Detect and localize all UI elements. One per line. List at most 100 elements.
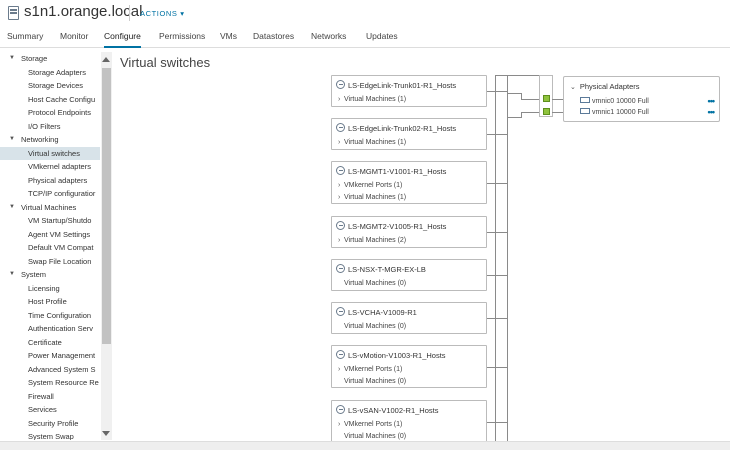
sidebar-item-label: Services <box>28 405 57 414</box>
tab-summary[interactable]: Summary <box>7 31 43 48</box>
virtual-switch-card[interactable]: LS-MGMT1-V1001-R1_Hosts › VMkernel Ports (… <box>331 161 487 204</box>
sidebar-item[interactable]: Certificate <box>0 336 100 349</box>
chevron-right-icon[interactable]: › <box>338 235 340 247</box>
virtual-switch-card[interactable]: LS-VCHA-V1009-R1 Virtual Machines (0) <box>331 302 487 334</box>
port-group-row[interactable]: › VMkernel Ports (1) <box>338 180 402 192</box>
tab-updates[interactable]: Updates <box>366 31 398 48</box>
switch-icon <box>336 123 345 132</box>
port-group-row[interactable]: › Virtual Machines (1) <box>338 94 407 106</box>
switch-name: LS-EdgeLink-Trunk01-R1_Hosts <box>348 81 457 90</box>
sidebar-item-label: Networking <box>21 135 59 144</box>
sidebar-item[interactable]: Authentication Serv <box>0 322 100 335</box>
sidebar-item[interactable]: Firewall <box>0 390 100 403</box>
scroll-up-icon[interactable] <box>102 57 110 62</box>
sidebar-item[interactable]: Storage Adapters <box>0 66 100 79</box>
physical-adapters-title: Physical Adapters <box>579 82 640 91</box>
physical-adapters-header[interactable]: ⌄ Physical Adapters <box>570 81 640 94</box>
uplink-connector <box>508 93 522 94</box>
switch-header[interactable]: LS-EdgeLink-Trunk01-R1_Hosts <box>336 80 456 92</box>
sidebar-scroll-thumb[interactable] <box>102 68 111 344</box>
port-group-row: Virtual Machines (0) <box>344 376 406 388</box>
sidebar-item[interactable]: Security Profile <box>0 417 100 430</box>
sidebar-group[interactable]: ▼ Networking <box>0 133 100 146</box>
tab-networks[interactable]: Networks <box>311 31 346 48</box>
sidebar-item[interactable]: Physical adapters <box>0 174 100 187</box>
sidebar-group[interactable]: ▼ System <box>0 268 100 281</box>
port-group-label: Virtual Machines (0) <box>344 323 407 330</box>
caret-down-icon[interactable]: ▼ <box>9 201 15 214</box>
port-group-label: Virtual Machines (1) <box>344 194 407 201</box>
sidebar-item[interactable]: VMkernel adapters <box>0 160 100 173</box>
port-group-label: Virtual Machines (1) <box>344 96 407 103</box>
chevron-right-icon[interactable]: › <box>338 94 340 106</box>
tab-configure[interactable]: Configure <box>104 31 141 48</box>
page-title: s1n1.orange.local <box>24 3 143 20</box>
physical-adapter-row[interactable]: vmnic0 10000 Full <box>580 96 649 107</box>
sidebar-item[interactable]: Services <box>0 403 100 416</box>
chevron-right-icon[interactable]: › <box>338 137 340 149</box>
sidebar-item[interactable]: I/O Filters <box>0 120 100 133</box>
more-actions-icon[interactable]: ••• <box>708 107 716 118</box>
more-actions-icon[interactable]: ••• <box>708 96 716 107</box>
port-group-label: Virtual Machines (0) <box>344 433 407 440</box>
chevron-right-icon[interactable]: › <box>338 419 340 431</box>
sidebar-item[interactable]: Host Cache Configu <box>0 93 100 106</box>
sidebar-item[interactable]: Advanced System S <box>0 363 100 376</box>
tab-vms[interactable]: VMs <box>220 31 237 48</box>
chevron-right-icon[interactable]: › <box>338 192 340 204</box>
sidebar-item[interactable]: Default VM Compat <box>0 241 100 254</box>
switch-header[interactable]: LS-MGMT1-V1001-R1_Hosts <box>336 166 446 178</box>
switch-header[interactable]: LS-VCHA-V1009-R1 <box>336 307 417 319</box>
sidebar-item[interactable]: Host Profile <box>0 295 100 308</box>
switch-header[interactable]: LS-vSAN-V1002-R1_Hosts <box>336 405 438 417</box>
switch-connector <box>487 275 507 276</box>
virtual-switch-card[interactable]: LS-vSAN-V1002-R1_Hosts › VMkernel Ports (1… <box>331 400 487 443</box>
switch-name: LS-MGMT1-V1001-R1_Hosts <box>348 167 447 176</box>
sidebar-item[interactable]: System Swap <box>0 430 100 440</box>
virtual-switch-card[interactable]: LS-MGMT2-V1005-R1_Hosts › Virtual Machines… <box>331 216 487 248</box>
chevron-down-icon[interactable]: ⌄ <box>570 84 576 91</box>
port-group-row[interactable]: › Virtual Machines (1) <box>338 137 406 149</box>
sidebar-item[interactable]: Power Management <box>0 349 100 362</box>
sidebar-item[interactable]: Time Configuration <box>0 309 100 322</box>
sidebar-item-label: Default VM Compat <box>28 243 94 252</box>
sidebar-item[interactable]: VM Startup/Shutdo <box>0 214 100 227</box>
caret-down-icon[interactable]: ▼ <box>9 133 15 146</box>
sidebar-item[interactable]: Agent VM Settings <box>0 228 100 241</box>
sidebar-item[interactable]: Swap File Location <box>0 255 100 268</box>
switch-header[interactable]: LS-NSX-T-MGR-EX-LB <box>336 264 426 276</box>
port-group-row[interactable]: › Virtual Machines (2) <box>338 235 406 247</box>
chevron-right-icon[interactable]: › <box>338 364 340 376</box>
tab-permissions[interactable]: Permissions <box>159 31 205 48</box>
virtual-switch-card[interactable]: LS-NSX-T-MGR-EX-LB Virtual Machines (0) <box>331 259 487 291</box>
tab-monitor[interactable]: Monitor <box>60 31 88 48</box>
port-group-row[interactable]: › VMkernel Ports (1) <box>338 364 402 376</box>
switch-header[interactable]: LS-vMotion-V1003-R1_Hosts <box>336 350 446 362</box>
physical-adapter-row[interactable]: vmnic1 10000 Full <box>580 107 649 118</box>
switch-header[interactable]: LS-EdgeLink-Trunk02-R1_Hosts <box>336 123 456 135</box>
switch-header[interactable]: LS-MGMT2-V1005-R1_Hosts <box>336 221 446 233</box>
chevron-right-icon[interactable]: › <box>338 180 340 192</box>
port-group-row[interactable]: › Virtual Machines (1) <box>338 192 407 204</box>
virtual-switch-card[interactable]: LS-EdgeLink-Trunk01-R1_Hosts › Virtual Mac… <box>331 75 487 107</box>
port-group-label: VMkernel Ports (1) <box>344 421 403 428</box>
sidebar-item[interactable]: TCP/IP configuratior <box>0 187 100 200</box>
sidebar-group[interactable]: ▼ Storage <box>0 52 100 65</box>
adapter-label: vmnic1 10000 Full <box>592 109 649 116</box>
sidebar-item-label: Certificate <box>28 337 62 347</box>
sidebar-item[interactable]: Licensing <box>0 282 100 295</box>
scroll-down-icon[interactable] <box>102 431 110 436</box>
sidebar-item[interactable]: Protocol Endpoints <box>0 106 100 119</box>
port-group-row[interactable]: › VMkernel Ports (1) <box>338 419 403 431</box>
sidebar-item[interactable]: Storage Devices <box>0 79 100 92</box>
uplink-connector <box>552 99 563 100</box>
caret-down-icon[interactable]: ▼ <box>9 52 15 65</box>
tab-datastores[interactable]: Datastores <box>253 31 294 48</box>
virtual-switch-card[interactable]: LS-EdgeLink-Trunk02-R1_Hosts › Virtual Mac… <box>331 118 487 150</box>
sidebar-item[interactable]: System Resource Re <box>0 376 100 389</box>
sidebar-item[interactable]: Virtual switches <box>0 146 100 160</box>
virtual-switch-card[interactable]: LS-vMotion-V1003-R1_Hosts › VMkernel Ports… <box>331 345 487 388</box>
actions-menu-button[interactable]: ACTIONS ▾ <box>140 9 185 18</box>
caret-down-icon[interactable]: ▼ <box>9 268 15 281</box>
sidebar-group[interactable]: ▼ Virtual Machines <box>0 201 100 214</box>
